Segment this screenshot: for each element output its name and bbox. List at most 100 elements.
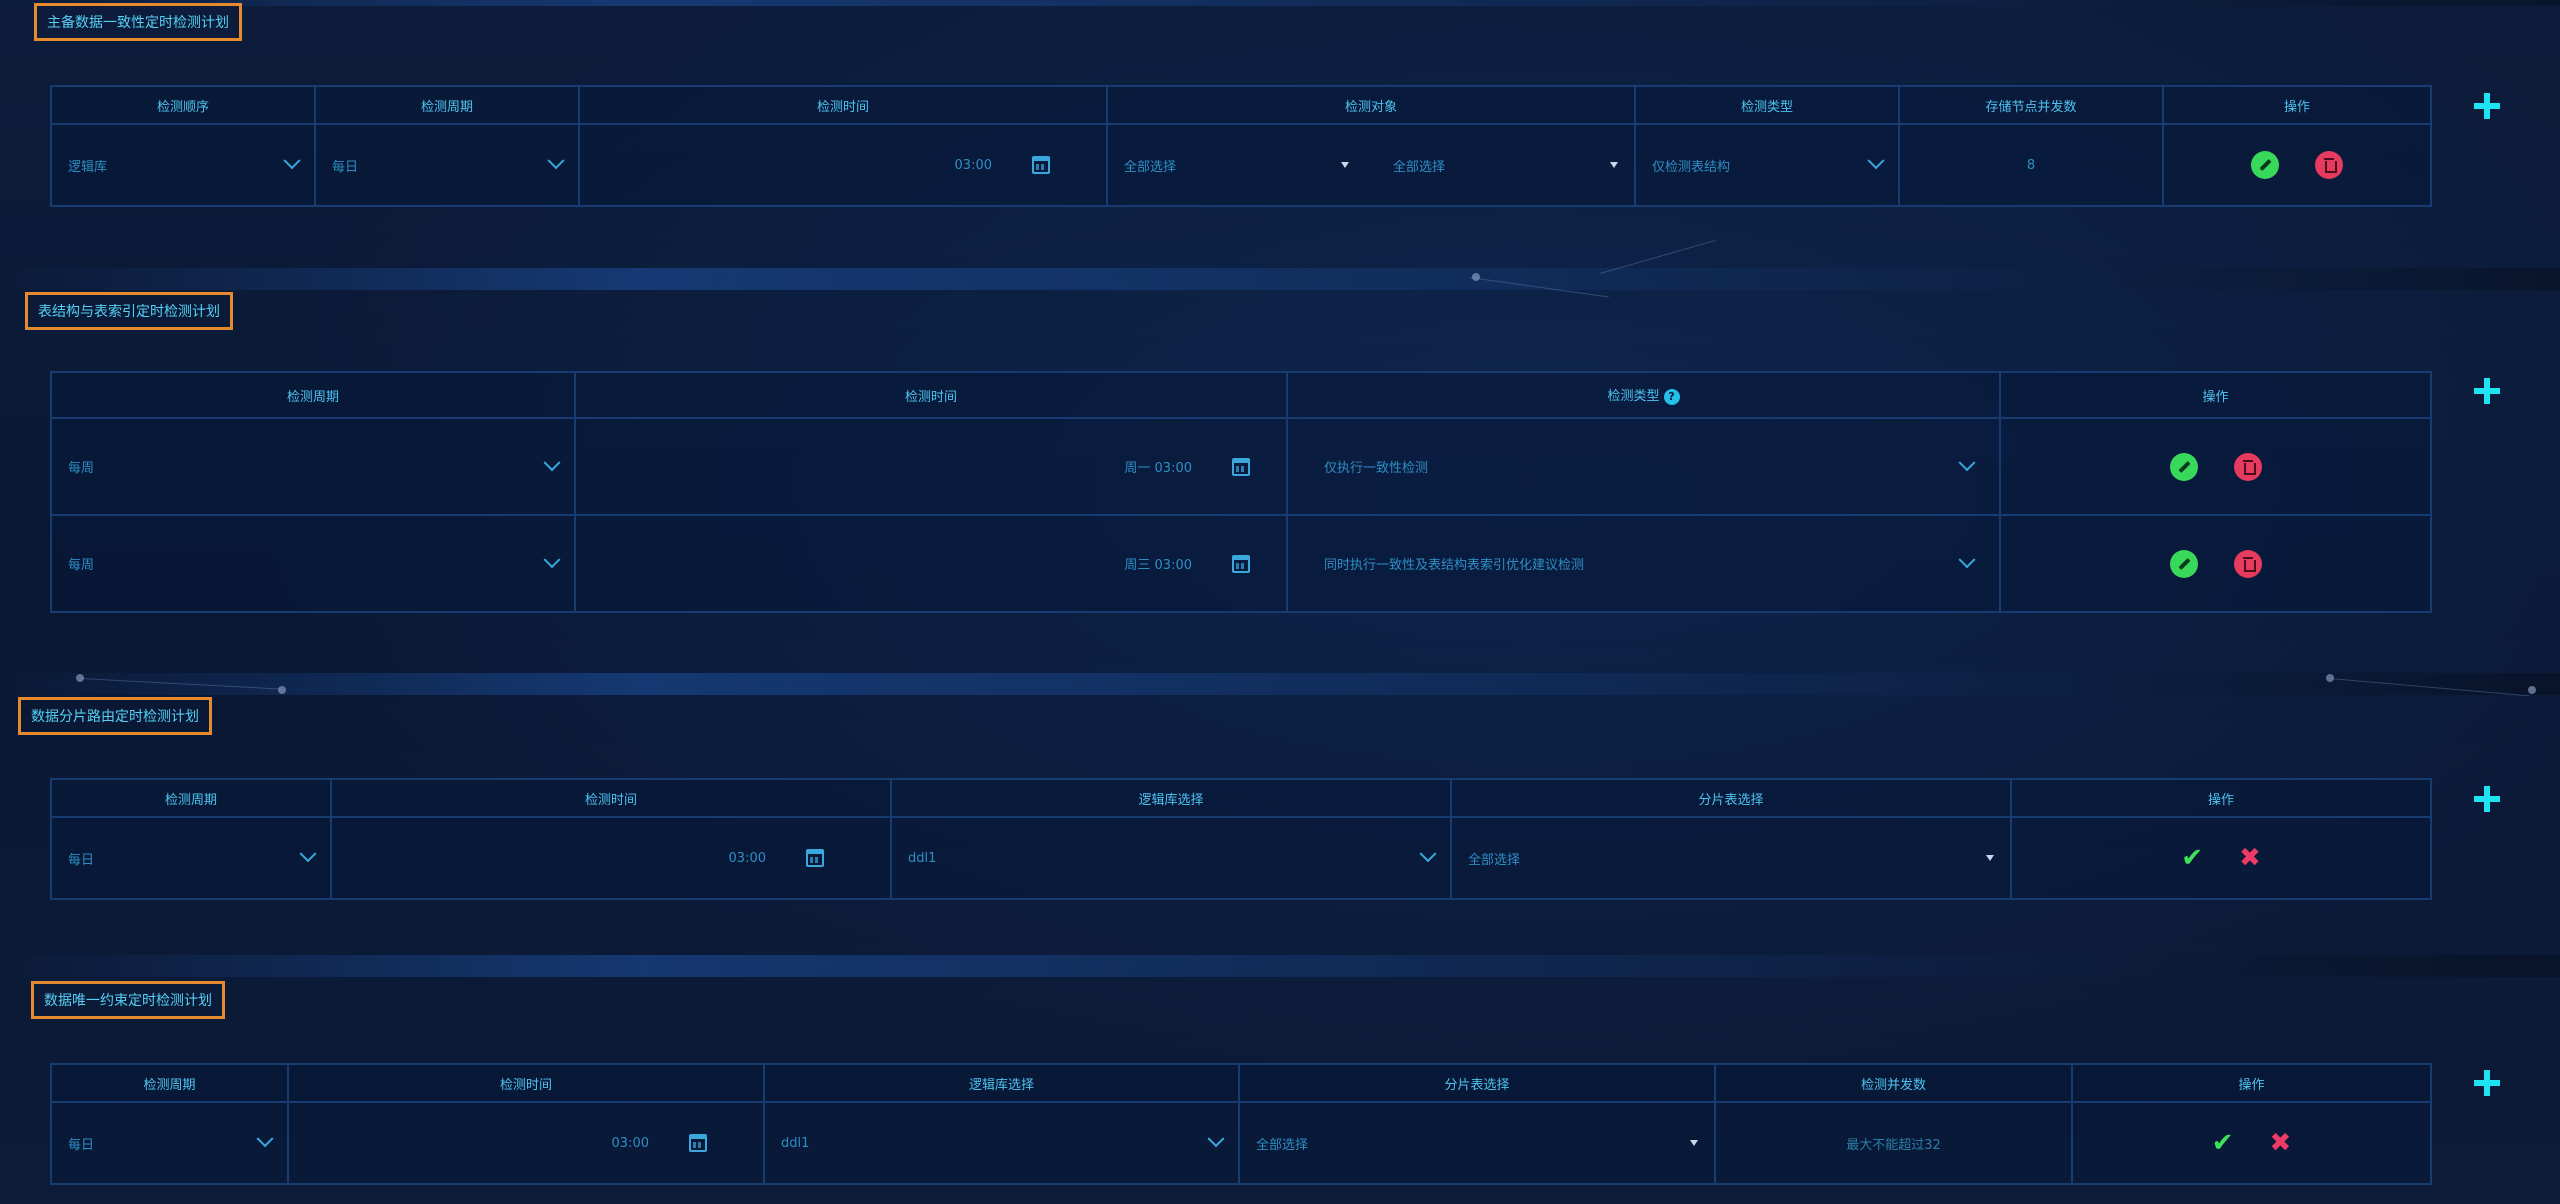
- column-header: 分片表选择: [1450, 778, 2012, 818]
- object-a-value: 全部选择: [1124, 159, 1177, 175]
- cycle-select[interactable]: 每周: [50, 417, 576, 516]
- column-header: 操作: [2010, 778, 2432, 818]
- time-picker[interactable]: 03:00: [287, 1101, 765, 1185]
- table-select[interactable]: 全部选择: [1238, 1101, 1716, 1185]
- help-icon[interactable]: ?: [1663, 388, 1680, 405]
- column-header: 检测类型?: [1286, 371, 2001, 419]
- delete-trash-icon[interactable]: [2233, 452, 2262, 481]
- column-header: 检测时间: [578, 85, 1108, 125]
- delete-trash-icon[interactable]: [2233, 549, 2262, 578]
- delete-trash-icon[interactable]: [2315, 151, 2343, 179]
- chevron-down-icon: [283, 152, 301, 170]
- calendar-icon[interactable]: [1032, 156, 1050, 174]
- time-picker[interactable]: 03:00: [330, 816, 892, 900]
- time-picker[interactable]: 周一 03:00: [574, 417, 1288, 516]
- concurrency-input[interactable]: 最大不能超过32: [1714, 1101, 2073, 1185]
- unique-constraint-plan-table: 检测周期 检测时间 逻辑库选择 分片表选择 检测并发数 操作 每日 03:00 …: [50, 1063, 2432, 1185]
- caret-down-icon: [1610, 162, 1618, 168]
- column-header: 分片表选择: [1238, 1063, 1716, 1103]
- section-title: 主备数据一致性定时检测计划: [34, 3, 242, 41]
- add-plus-icon[interactable]: [2474, 1070, 2500, 1096]
- calendar-icon[interactable]: [1232, 554, 1250, 573]
- column-header: 检测周期: [314, 85, 580, 125]
- shard-route-plan-table: 检测周期 检测时间 逻辑库选择 分片表选择 操作 每日 03:00 ddl1 全…: [50, 778, 2432, 900]
- cycle-select[interactable]: 每日: [50, 816, 332, 900]
- column-header-label: 检测类型: [1607, 389, 1660, 405]
- table-row: 每周 周三 03:00 同时执行一致性及表结构表索引优化建议检测: [50, 514, 2432, 613]
- section-title: 数据唯一约束定时检测计划: [31, 981, 225, 1019]
- cycle-select[interactable]: 每日: [314, 123, 580, 207]
- table-header-row: 检测周期 检测时间 逻辑库选择 分片表选择 操作: [50, 778, 2432, 818]
- consistency-plan-table: 检测顺序 检测周期 检测时间 检测对象 检测类型 存储节点并发数 操作 逻辑库 …: [50, 85, 2432, 207]
- operations-cell: [1999, 514, 2432, 613]
- table-value: 全部选择: [1468, 852, 1521, 868]
- section-title: 数据分片路由定时检测计划: [18, 697, 212, 735]
- edit-pencil-icon[interactable]: [2169, 452, 2198, 481]
- operations-cell: [2162, 123, 2432, 207]
- concurrency-input[interactable]: 8: [1898, 123, 2164, 207]
- order-value: 逻辑库: [68, 159, 108, 175]
- confirm-check-icon[interactable]: ✔: [2212, 1130, 2234, 1156]
- cancel-x-icon[interactable]: ✖: [2270, 1130, 2292, 1156]
- operations-cell: [1999, 417, 2432, 516]
- db-select[interactable]: ddl1: [763, 1101, 1240, 1185]
- add-plus-icon[interactable]: [2474, 378, 2500, 404]
- decorative-node: [2528, 686, 2536, 694]
- add-plus-icon[interactable]: [2474, 786, 2500, 812]
- chevron-down-icon: [543, 550, 561, 568]
- column-header: 检测周期: [50, 778, 332, 818]
- cycle-select[interactable]: 每周: [50, 514, 576, 613]
- table-header-row: 检测周期 检测时间 检测类型? 操作: [50, 371, 2432, 419]
- table-select[interactable]: 全部选择: [1450, 816, 2012, 900]
- object-select-b[interactable]: 全部选择: [1393, 156, 1618, 175]
- order-select[interactable]: 逻辑库: [50, 123, 316, 207]
- decorative-band: [0, 268, 2560, 290]
- column-header: 检测时间: [287, 1063, 765, 1103]
- column-header: 逻辑库选择: [763, 1063, 1240, 1103]
- edit-pencil-icon[interactable]: [2169, 549, 2198, 578]
- chevron-down-icon: [1958, 550, 1976, 568]
- cycle-value: 每周: [68, 558, 95, 573]
- object-b-value: 全部选择: [1393, 159, 1446, 175]
- calendar-icon[interactable]: [1232, 457, 1250, 476]
- operations-cell: ✔ ✖: [2010, 816, 2432, 900]
- type-value: 同时执行一致性及表结构表索引优化建议检测: [1324, 558, 1585, 573]
- time-picker[interactable]: 03:00: [578, 123, 1108, 207]
- table-row: 每周 周一 03:00 仅执行一致性检测: [50, 417, 2432, 516]
- add-plus-icon[interactable]: [2474, 93, 2500, 119]
- caret-down-icon: [1690, 1140, 1698, 1146]
- type-value: 仅检测表结构: [1652, 159, 1731, 175]
- type-select[interactable]: 仅执行一致性检测: [1286, 417, 2001, 516]
- column-header: 检测周期: [50, 1063, 289, 1103]
- concurrency-placeholder: 最大不能超过32: [1846, 1137, 1941, 1153]
- column-header: 检测对象: [1106, 85, 1636, 125]
- calendar-icon[interactable]: [689, 1134, 707, 1152]
- table-row: 每日 03:00 ddl1 全部选择 ✔ ✖: [50, 816, 2432, 900]
- column-header: 检测时间: [574, 371, 1288, 419]
- cancel-x-icon[interactable]: ✖: [2239, 845, 2261, 871]
- column-header: 检测时间: [330, 778, 892, 818]
- type-select[interactable]: 同时执行一致性及表结构表索引优化建议检测: [1286, 514, 2001, 613]
- column-header: 操作: [1999, 371, 2432, 419]
- type-select[interactable]: 仅检测表结构: [1634, 123, 1900, 207]
- table-row: 逻辑库 每日 03:00 全部选择 全部选择 仅检测表结构 8: [50, 123, 2432, 207]
- chevron-down-icon: [547, 152, 565, 170]
- caret-down-icon: [1341, 162, 1349, 168]
- column-header: 检测周期: [50, 371, 576, 419]
- cycle-select[interactable]: 每日: [50, 1101, 289, 1185]
- chevron-down-icon: [256, 1130, 274, 1148]
- time-picker[interactable]: 周三 03:00: [574, 514, 1288, 613]
- decorative-node: [76, 674, 84, 682]
- edit-pencil-icon[interactable]: [2251, 151, 2279, 179]
- confirm-check-icon[interactable]: ✔: [2181, 845, 2203, 871]
- calendar-icon[interactable]: [806, 849, 824, 867]
- chevron-down-icon: [1419, 845, 1437, 863]
- object-select-a[interactable]: 全部选择: [1124, 156, 1349, 175]
- table-row: 每日 03:00 ddl1 全部选择 最大不能超过32 ✔ ✖: [50, 1101, 2432, 1185]
- time-value: 周一 03:00: [1124, 461, 1192, 476]
- time-value: 03:00: [954, 157, 992, 173]
- cycle-value: 每日: [332, 159, 359, 175]
- column-header: 逻辑库选择: [890, 778, 1452, 818]
- cycle-value: 每周: [68, 461, 95, 476]
- db-select[interactable]: ddl1: [890, 816, 1452, 900]
